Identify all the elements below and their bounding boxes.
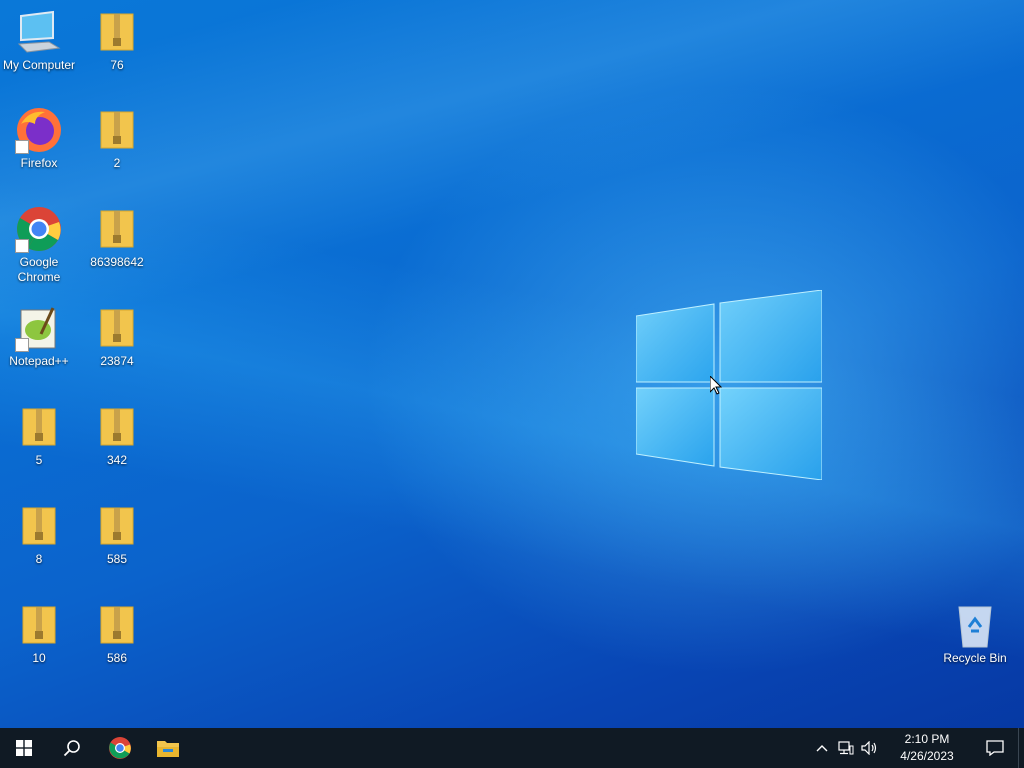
desktop-icon-label: 2 [113, 156, 121, 170]
desktop-icon-zip-10[interactable]: 10 [0, 601, 78, 666]
taskbar-file-explorer-button[interactable] [144, 728, 192, 768]
desktop-icon-zip-585[interactable]: 585 [78, 502, 156, 567]
desktop-icon-label: My Computer [2, 58, 76, 72]
network-icon [838, 741, 854, 755]
start-button[interactable] [0, 728, 48, 768]
zip-folder-icon [93, 8, 141, 56]
chrome-icon [15, 205, 63, 253]
desktop-icon-label: 342 [106, 453, 128, 467]
desktop-icon-zip-76[interactable]: 76 [78, 8, 156, 73]
shortcut-arrow-icon [15, 140, 29, 154]
network-button[interactable] [834, 728, 858, 768]
show-desktop-button[interactable] [1018, 728, 1024, 768]
desktop-icon-recycle-bin[interactable]: Recycle Bin [936, 601, 1014, 666]
desktop-icon-zip-586[interactable]: 586 [78, 601, 156, 666]
desktop-icon-label: Recycle Bin [943, 651, 1007, 665]
file-explorer-icon [157, 741, 179, 757]
search-icon [63, 740, 80, 757]
zip-folder-icon [93, 502, 141, 550]
zip-folder-icon [15, 502, 63, 550]
notepadpp-icon [15, 304, 63, 352]
desktop-icon-zip-2[interactable]: 2 [78, 106, 156, 171]
system-tray: 2:10 PM 4/26/2023 [810, 728, 1024, 768]
notification-icon [986, 740, 1004, 756]
action-center-button[interactable] [972, 728, 1018, 768]
desktop-icon-firefox[interactable]: Firefox [0, 106, 78, 171]
firefox-icon [15, 106, 63, 154]
show-hidden-icons-button[interactable] [810, 728, 834, 768]
shortcut-arrow-icon [15, 338, 29, 352]
zip-folder-icon [93, 205, 141, 253]
desktop-icon-label: 8 [35, 552, 43, 566]
desktop-icon-zip-5[interactable]: 5 [0, 403, 78, 468]
desktop-icon-zip-23874[interactable]: 23874 [78, 304, 156, 369]
desktop-icon-label: 86398642 [90, 255, 144, 269]
desktop-icon-zip-8[interactable]: 8 [0, 502, 78, 567]
shortcut-arrow-icon [15, 239, 29, 253]
zip-folder-icon [15, 403, 63, 451]
desktop-icon-google-chrome[interactable]: Google Chrome [0, 205, 78, 285]
computer-icon [15, 8, 63, 56]
windows-start-icon [16, 740, 32, 756]
windows-wallpaper-logo [636, 290, 822, 480]
zip-folder-icon [93, 601, 141, 649]
clock-time: 2:10 PM [904, 732, 950, 746]
zip-folder-icon [15, 601, 63, 649]
desktop-icon-label: Notepad++ [9, 354, 69, 368]
desktop-icon-label: 586 [106, 651, 128, 665]
taskbar-clock[interactable]: 2:10 PM 4/26/2023 [882, 731, 972, 765]
desktop-icon-label: 585 [106, 552, 128, 566]
desktop-icon-label: 10 [32, 651, 46, 665]
search-button[interactable] [48, 728, 96, 768]
desktop-icon-label: Google Chrome [17, 255, 61, 284]
taskbar: 2:10 PM 4/26/2023 [0, 728, 1024, 768]
desktop-icon-label: 5 [35, 453, 43, 467]
mouse-cursor-icon [710, 376, 722, 395]
zip-folder-icon [93, 106, 141, 154]
chevron-up-icon [816, 745, 828, 752]
chrome-icon [109, 737, 131, 759]
desktop-icon-zip-342[interactable]: 342 [78, 403, 156, 468]
zip-folder-icon [93, 304, 141, 352]
recycle-bin-icon [951, 601, 999, 649]
desktop-icon-label: 23874 [100, 354, 134, 368]
desktop-icon-label: 76 [110, 58, 124, 72]
desktop-icon-zip-86398642[interactable]: 86398642 [78, 205, 156, 270]
clock-date: 4/26/2023 [900, 749, 954, 763]
speaker-icon [861, 741, 877, 755]
desktop-icon-label: Firefox [20, 156, 58, 170]
desktop-icon-notepadpp[interactable]: Notepad++ [0, 304, 78, 369]
volume-button[interactable] [858, 728, 882, 768]
zip-folder-icon [93, 403, 141, 451]
desktop-icon-my-computer[interactable]: My Computer [0, 8, 78, 73]
taskbar-chrome-button[interactable] [96, 728, 144, 768]
